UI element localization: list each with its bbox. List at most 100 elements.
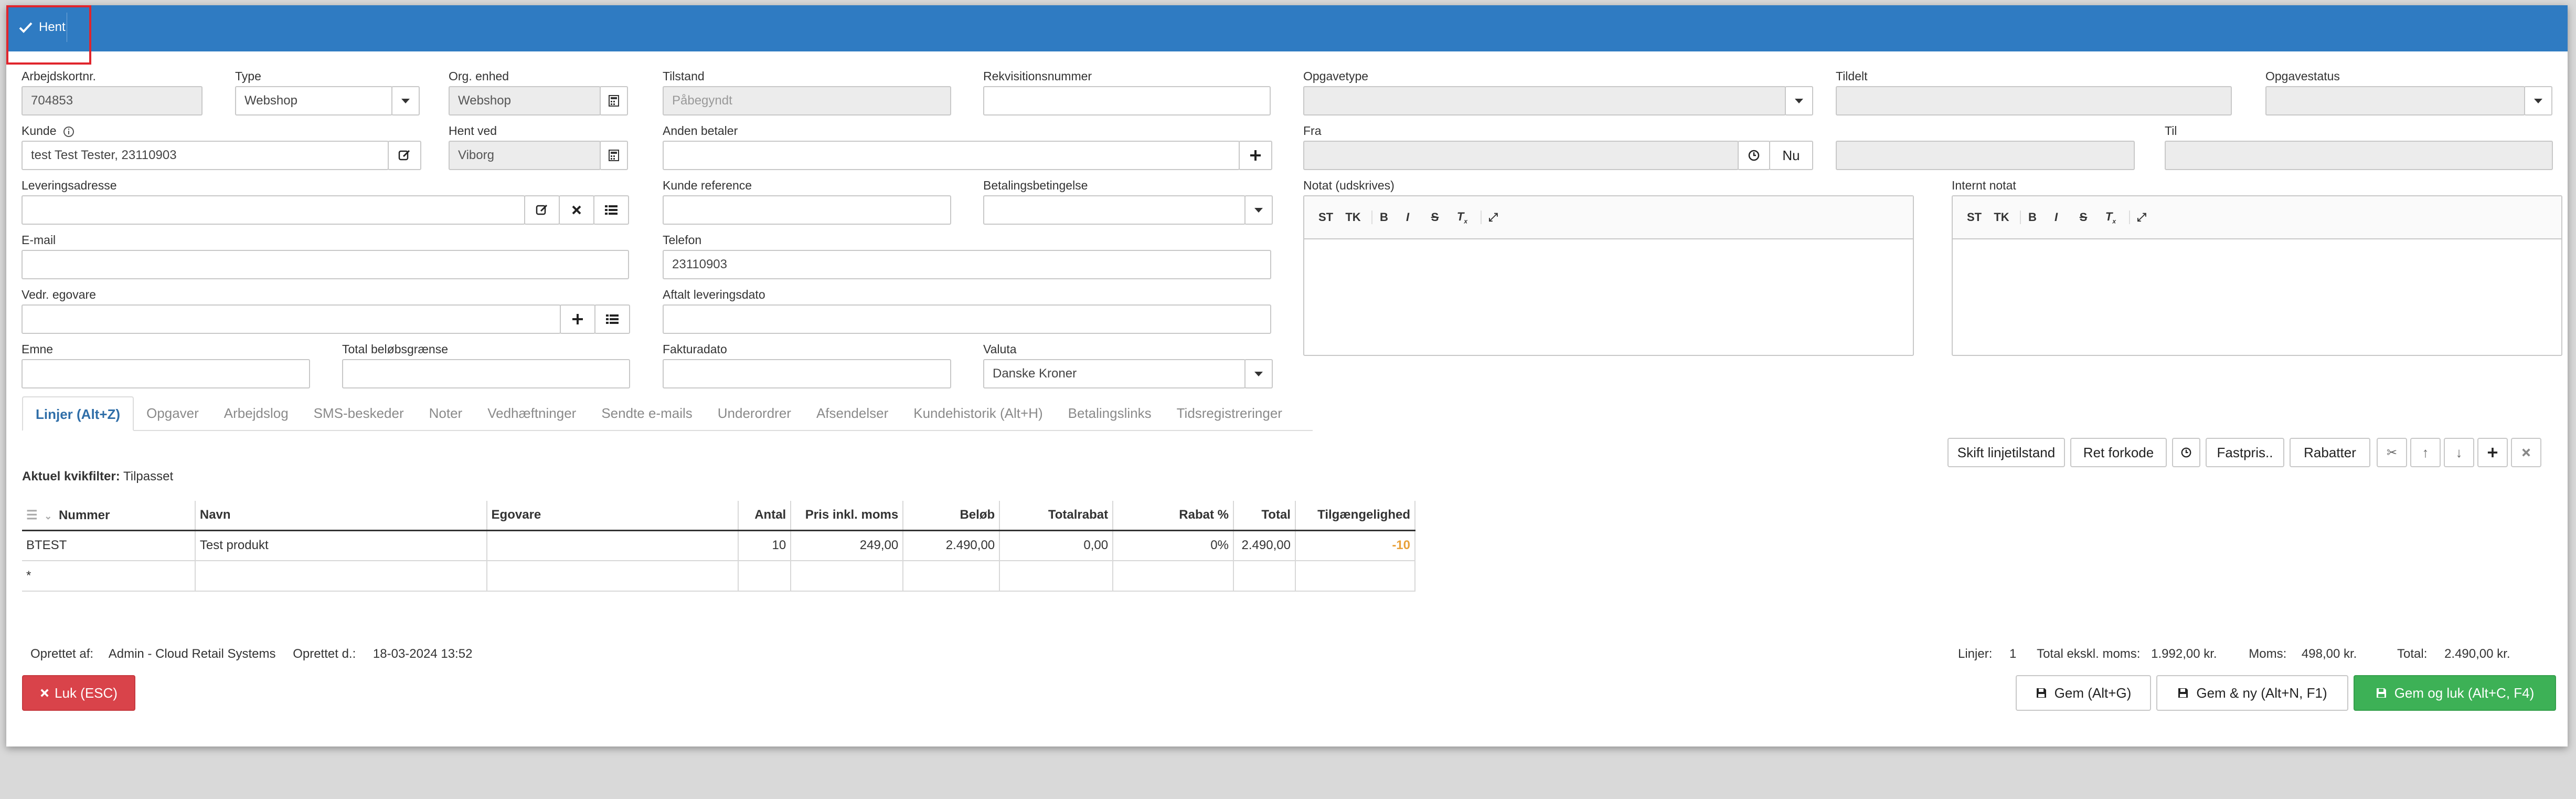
delete-line-button[interactable]	[2511, 438, 2541, 467]
skift-linjetilstand-button[interactable]: Skift linjetilstand	[1947, 438, 2065, 467]
move-down-button[interactable]: ↓	[2444, 438, 2474, 467]
telefon-field[interactable]: 23110903	[663, 250, 1271, 279]
rabatter-button[interactable]: Rabatter	[2290, 438, 2370, 467]
fullscreen-icon[interactable]: ⤢	[1481, 211, 1498, 224]
split-button[interactable]: ✂	[2377, 438, 2407, 467]
move-up-button[interactable]: ↑	[2410, 438, 2441, 467]
total-belobsgraense-field[interactable]	[342, 359, 630, 388]
italic-icon[interactable]: I	[2047, 211, 2065, 224]
empty-cell[interactable]	[1113, 561, 1234, 592]
luk-button[interactable]: Luk (ESC)	[22, 675, 135, 711]
empty-cell[interactable]	[1295, 561, 1416, 592]
type-dropdown-button[interactable]	[391, 86, 420, 115]
list-icon[interactable]: ☰	[26, 508, 38, 523]
empty-cell[interactable]	[738, 561, 792, 592]
clear-format-icon[interactable]: Tx	[1453, 210, 1471, 225]
vedr-egovare-add-button[interactable]	[560, 304, 595, 334]
til-time-field[interactable]	[1836, 141, 2135, 170]
hent-ved-field[interactable]: Viborg	[449, 141, 601, 170]
bold-icon[interactable]: B	[1371, 211, 1389, 224]
opgavestatus-dropdown-button[interactable]	[2524, 86, 2552, 115]
anden-betaler-field[interactable]	[663, 141, 1240, 170]
column-header-totalrabat[interactable]: Totalrabat	[999, 501, 1114, 531]
tab-noter[interactable]: Noter	[417, 396, 475, 430]
column-header-tilgaengelighed[interactable]: Tilgængelighed	[1295, 501, 1416, 531]
internt-notat-editor[interactable]: ST TK B I S Tx ⤢	[1952, 195, 2562, 356]
tab-betalingslinks[interactable]: Betalingslinks	[1056, 396, 1164, 430]
cell-antal[interactable]: 10	[738, 530, 792, 561]
notat-editor[interactable]: ST TK B I S Tx ⤢	[1303, 195, 1914, 356]
cell-rabat[interactable]: 0%	[1113, 530, 1234, 561]
tab-linjer[interactable]: Linjer (Alt+Z)	[22, 396, 134, 431]
empty-cell[interactable]	[791, 561, 904, 592]
column-header-rabat[interactable]: Rabat %	[1113, 501, 1234, 531]
table-row[interactable]: BTEST Test produkt 10 249,00 2.490,00 0,…	[22, 530, 1416, 561]
tilstand-field[interactable]: Påbegyndt	[663, 86, 951, 115]
strikethrough-icon[interactable]: S	[1426, 211, 1444, 224]
tab-arbejdslog[interactable]: Arbejdslog	[211, 396, 301, 430]
leveringsadresse-list-button[interactable]	[593, 195, 629, 225]
st-button[interactable]: ST	[1317, 211, 1335, 224]
cell-total[interactable]: 2.490,00	[1233, 530, 1296, 561]
tab-sms-beskeder[interactable]: SMS-beskeder	[301, 396, 417, 430]
opgavestatus-select[interactable]	[2265, 86, 2525, 115]
vedr-egovare-field[interactable]	[22, 304, 561, 334]
leveringsadresse-clear-button[interactable]	[559, 195, 594, 225]
info-icon[interactable]	[63, 126, 74, 138]
st-button[interactable]: ST	[1965, 211, 1983, 224]
tab-kundehistorik[interactable]: Kundehistorik (Alt+H)	[901, 396, 1055, 430]
gem-luk-button[interactable]: Gem og luk (Alt+C, F4)	[2354, 675, 2556, 711]
valuta-dropdown-button[interactable]	[1244, 359, 1273, 388]
betalingsbetingelse-select[interactable]	[983, 195, 1246, 225]
rekvisitionsnummer-field[interactable]	[983, 86, 1271, 115]
column-header-total[interactable]: Total	[1233, 501, 1296, 531]
tab-sendte-emails[interactable]: Sendte e-mails	[589, 396, 705, 430]
valuta-select[interactable]: Danske Kroner	[983, 359, 1246, 388]
empty-cell[interactable]	[486, 561, 739, 592]
fastpris-button[interactable]: Fastpris..	[2206, 438, 2284, 467]
cell-tilgaengelighed[interactable]: -10	[1295, 530, 1416, 561]
bold-icon[interactable]: B	[2020, 211, 2038, 224]
cell-egovare[interactable]	[486, 530, 739, 561]
til-field[interactable]	[2165, 141, 2553, 170]
hent-button[interactable]: Hent	[8, 13, 67, 42]
clear-format-icon[interactable]: Tx	[2102, 210, 2120, 225]
tab-afsendelser[interactable]: Afsendelser	[804, 396, 901, 430]
empty-cell[interactable]	[999, 561, 1114, 592]
empty-cell[interactable]	[1233, 561, 1296, 592]
type-select[interactable]: Webshop	[235, 86, 392, 115]
column-header-egovare[interactable]: Egovare	[486, 501, 739, 531]
emne-field[interactable]	[22, 359, 310, 388]
cell-totalrabat[interactable]: 0,00	[999, 530, 1114, 561]
fullscreen-icon[interactable]: ⤢	[2129, 211, 2147, 224]
column-header-antal[interactable]: Antal	[738, 501, 792, 531]
anden-betaler-add-button[interactable]	[1239, 141, 1272, 170]
cell-nummer[interactable]: BTEST	[22, 530, 196, 561]
tildelt-field[interactable]	[1836, 86, 2232, 115]
new-row[interactable]: *	[22, 561, 1416, 592]
ret-forkode-button[interactable]: Ret forkode	[2070, 438, 2167, 467]
tab-opgaver[interactable]: Opgaver	[134, 396, 211, 430]
strikethrough-icon[interactable]: S	[2074, 211, 2092, 224]
italic-icon[interactable]: I	[1399, 211, 1417, 224]
kunde-field[interactable]: test Test Tester, 23110903	[22, 141, 389, 170]
add-line-button[interactable]	[2477, 438, 2508, 467]
history-button[interactable]	[2172, 438, 2200, 467]
fakturadato-field[interactable]	[663, 359, 951, 388]
kunde-reference-field[interactable]	[663, 195, 951, 225]
email-field[interactable]	[22, 250, 629, 279]
nu-button[interactable]: Nu	[1769, 141, 1813, 170]
opgavetype-select[interactable]	[1303, 86, 1786, 115]
column-header-belob[interactable]: Beløb	[903, 501, 1000, 531]
org-enhed-picker-button[interactable]	[600, 86, 628, 115]
leveringsadresse-field[interactable]	[22, 195, 525, 225]
tab-underordrer[interactable]: Underordrer	[705, 396, 804, 430]
cell-pris[interactable]: 249,00	[791, 530, 904, 561]
aftalt-leveringsdato-field[interactable]	[663, 304, 1271, 334]
opgavetype-dropdown-button[interactable]	[1785, 86, 1813, 115]
tk-button[interactable]: TK	[1344, 211, 1362, 224]
cell-belob[interactable]: 2.490,00	[903, 530, 1000, 561]
column-header-navn[interactable]: Navn	[195, 501, 487, 531]
gem-button[interactable]: Gem (Alt+G)	[2016, 675, 2151, 711]
chevron-down-icon[interactable]: ⌄	[44, 511, 52, 522]
